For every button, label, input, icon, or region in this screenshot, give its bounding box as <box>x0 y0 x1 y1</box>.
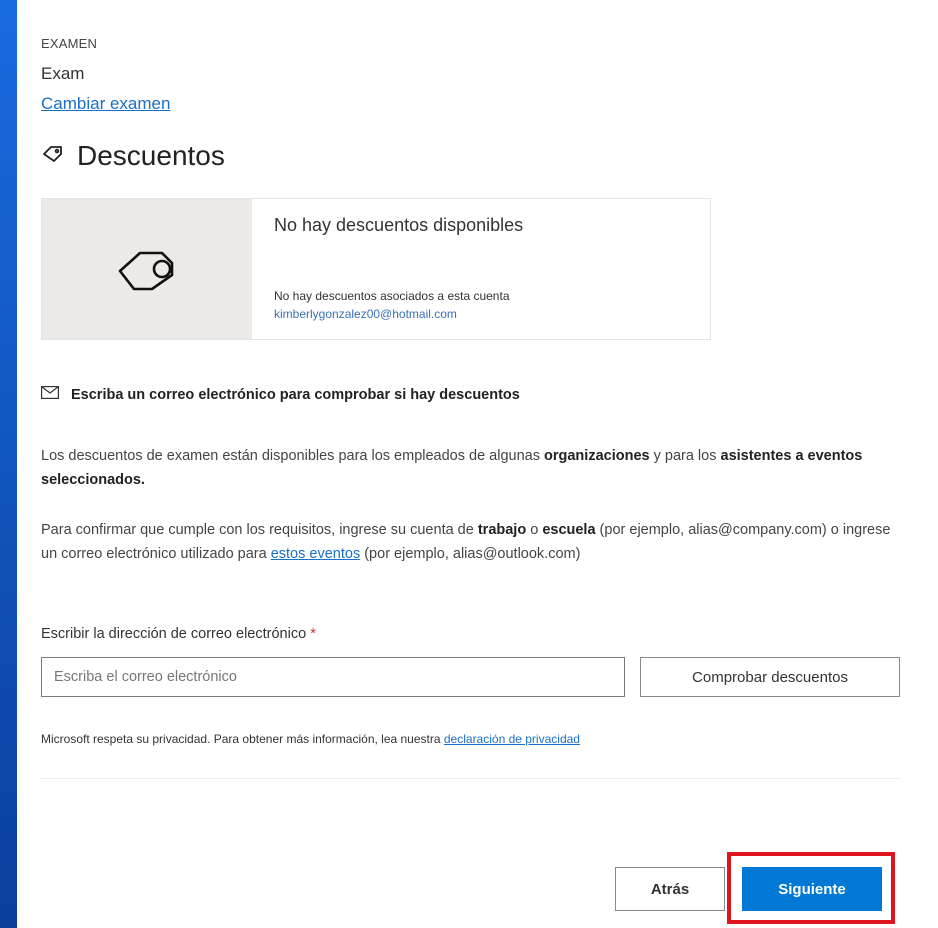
para2-text-2: o <box>526 522 543 538</box>
discount-card-image <box>42 199 252 339</box>
email-field-label: Escribir la dirección de correo electrón… <box>41 626 316 642</box>
exam-label: EXAMEN <box>41 36 98 51</box>
back-button[interactable]: Atrás <box>615 867 725 911</box>
tag-icon <box>118 251 174 291</box>
email-check-text: Escriba un correo electrónico para compr… <box>71 387 520 403</box>
divider <box>41 778 901 779</box>
email-check-heading: Escriba un correo electrónico para compr… <box>41 386 520 404</box>
discount-card: No hay descuentos disponibles No hay des… <box>41 198 711 340</box>
discounts-title: Descuentos <box>77 140 225 171</box>
check-discounts-button[interactable]: Comprobar descuentos <box>640 657 900 697</box>
privacy-statement-link[interactable]: declaración de privacidad <box>444 732 580 746</box>
para1-bold-1: organizaciones <box>544 448 650 464</box>
confirm-requirements-paragraph: Para confirmar que cumple con los requis… <box>41 518 901 566</box>
privacy-notice: Microsoft respeta su privacidad. Para ob… <box>41 732 580 746</box>
para2-bold-2: escuela <box>542 522 596 538</box>
email-input[interactable] <box>41 657 625 697</box>
privacy-text: Microsoft respeta su privacidad. Para ob… <box>41 732 444 746</box>
para1-text-2: y para los <box>649 448 721 464</box>
change-exam-link[interactable]: Cambiar examen <box>41 94 170 114</box>
discount-eligibility-paragraph: Los descuentos de examen están disponibl… <box>41 444 901 492</box>
discounts-header: Descuentos <box>41 140 225 172</box>
exam-discount-panel: EXAMEN Exam Cambiar examen Descuentos No… <box>17 0 938 928</box>
para1-text-1: Los descuentos de examen están disponibl… <box>41 448 545 464</box>
para2-text-4: (por ejemplo, alias@outlook.com) <box>360 546 581 562</box>
next-button[interactable]: Siguiente <box>742 867 882 911</box>
no-discounts-title: No hay descuentos disponibles <box>274 215 524 235</box>
account-email: kimberlygonzalez00@hotmail.com <box>274 307 457 321</box>
para2-text-1: Para confirmar que cumple con los requis… <box>41 522 478 538</box>
no-discounts-subtitle: No hay descuentos asociados a esta cuent… <box>274 289 510 303</box>
tag-icon <box>41 142 65 171</box>
email-field-label-text: Escribir la dirección de correo electrón… <box>41 626 307 642</box>
required-mark: * <box>310 626 316 642</box>
para2-bold-1: trabajo <box>477 522 527 538</box>
these-events-link[interactable]: estos eventos <box>271 546 360 562</box>
mail-icon <box>41 386 59 404</box>
exam-name: Exam <box>41 64 85 83</box>
